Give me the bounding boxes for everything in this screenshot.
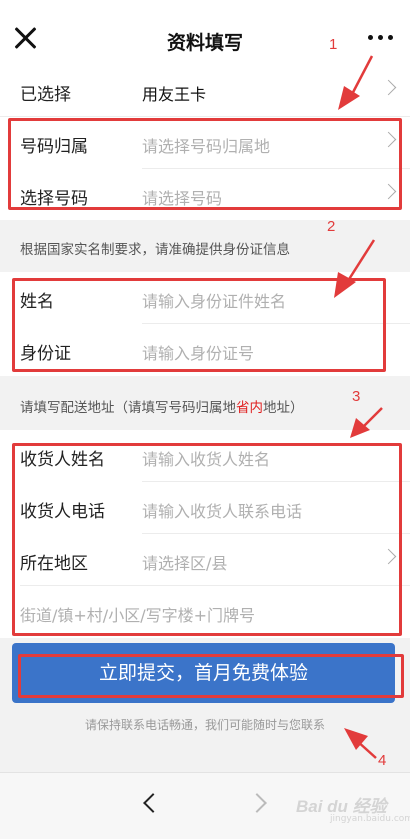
annotation-arrow-4 — [344, 728, 377, 759]
watermark: Bai du 经验 jingyan.baidu.com — [296, 797, 410, 824]
back-arrow-icon[interactable] — [140, 793, 156, 809]
annotation-arrow-1 — [338, 55, 374, 110]
annotation-arrow-3 — [350, 407, 383, 438]
forward-arrow-icon[interactable] — [250, 793, 266, 809]
annotation-arrow-2 — [334, 239, 376, 298]
annotation-arrows — [334, 55, 383, 759]
